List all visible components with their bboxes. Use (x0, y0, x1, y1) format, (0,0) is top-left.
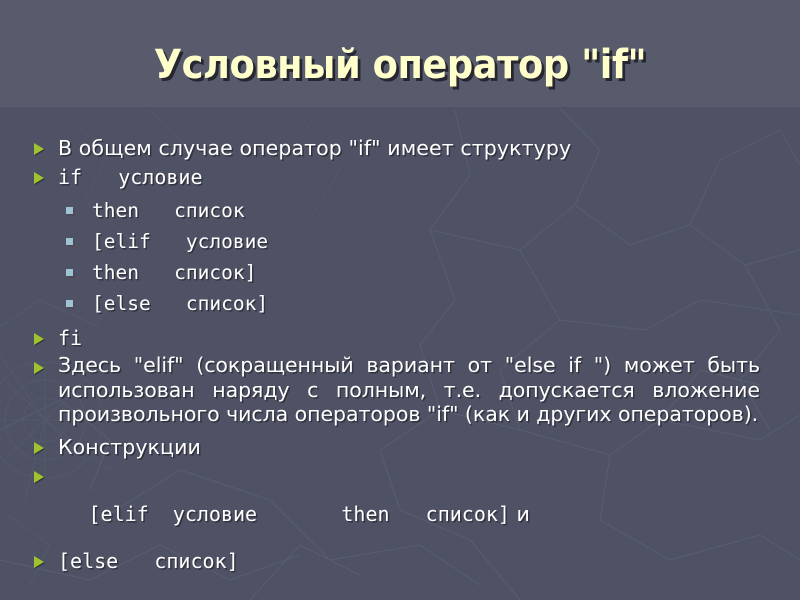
triangle-bullet-icon (34, 143, 44, 155)
square-bullet-icon (66, 269, 73, 276)
list-item-label: Конструкции (58, 434, 201, 459)
list-item-label: then список (92, 199, 245, 222)
slide-title: Условный оператор "if" (153, 42, 647, 88)
list-item: Конструкции (0, 433, 800, 462)
list-item-label-tail: и (509, 501, 530, 526)
square-bullet-icon (66, 207, 73, 214)
square-bullet-icon (66, 300, 73, 307)
square-bullet-icon (66, 238, 73, 245)
list-item-label: [elif условие (92, 230, 269, 253)
list-item-label: [else список] (92, 292, 269, 315)
list-item-label: then список] (92, 261, 257, 284)
list-item: [elif условие then список] и (0, 462, 800, 547)
list-item: then список (0, 196, 800, 227)
slide-content-list: В общем случае оператор "if" имеет струк… (0, 134, 800, 576)
triangle-bullet-icon (34, 470, 44, 483)
triangle-bullet-icon (34, 555, 44, 568)
list-item-label: Здесь "elif" (сокращенный вариант от "el… (58, 353, 760, 426)
list-item-label: [else список] (58, 548, 239, 573)
list-item-paragraph: Здесь "elif" (сокращенный вариант от "el… (0, 353, 800, 427)
triangle-bullet-icon (34, 441, 44, 454)
list-item: [elif условие (0, 227, 800, 258)
list-item-label: В общем случае оператор "if" имеет струк… (58, 136, 572, 160)
list-item-label: if условие (58, 165, 203, 189)
list-item: [else список] (0, 289, 800, 320)
triangle-bullet-icon (34, 172, 44, 184)
list-item: fi (0, 324, 800, 353)
list-item: if условие (0, 163, 800, 192)
list-item: [else список] (0, 547, 800, 576)
list-item-label: [elif условие then список] (88, 501, 510, 526)
list-item: then список] (0, 258, 800, 289)
slide: Условный оператор "if" В общем случае оп… (0, 0, 800, 600)
triangle-bullet-icon (34, 362, 44, 374)
list-item: В общем случае оператор "if" имеет струк… (0, 134, 800, 163)
list-item-label: fi (58, 326, 83, 350)
triangle-bullet-icon (34, 333, 44, 345)
